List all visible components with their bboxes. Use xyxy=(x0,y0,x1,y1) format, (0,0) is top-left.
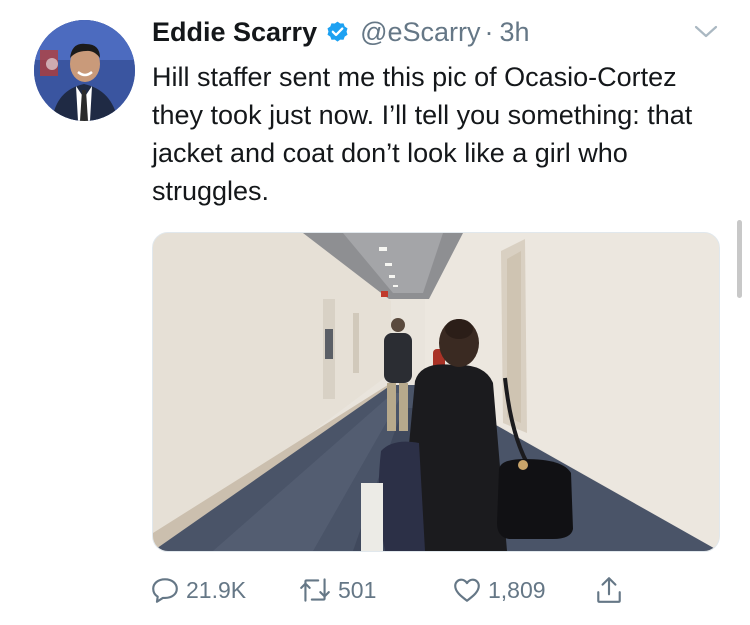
tweet[interactable]: Eddie Scarry @eScarry · 3h Hill staffer … xyxy=(0,0,750,625)
avatar[interactable] xyxy=(34,20,135,121)
like-button[interactable]: 1,809 xyxy=(452,572,546,608)
scrollbar[interactable] xyxy=(737,220,742,298)
tweet-photo[interactable] xyxy=(152,232,720,552)
tweet-text: Hill staffer sent me this pic of Ocasio-… xyxy=(152,62,693,206)
verified-badge-icon xyxy=(325,20,350,45)
heart-icon xyxy=(454,578,480,602)
author-name[interactable]: Eddie Scarry xyxy=(152,17,317,48)
tweet-header: Eddie Scarry @eScarry · 3h xyxy=(152,14,530,50)
retweet-button[interactable]: 501 xyxy=(298,572,376,608)
reply-count: 21.9K xyxy=(186,576,247,603)
retweet-icon xyxy=(300,578,330,602)
reply-icon xyxy=(152,578,178,603)
chevron-down-icon[interactable] xyxy=(692,22,720,42)
tweet-timestamp[interactable]: 3h xyxy=(500,17,530,48)
share-icon xyxy=(597,577,621,603)
tweet-actions: 21.9K 501 1,809 xyxy=(150,572,650,612)
separator-dot: · xyxy=(484,16,494,47)
retweet-count: 501 xyxy=(338,576,377,603)
share-button[interactable] xyxy=(594,572,624,608)
author-handle[interactable]: @eScarry xyxy=(360,17,480,48)
like-count: 1,809 xyxy=(488,576,546,603)
reply-button[interactable]: 21.9K xyxy=(150,572,246,608)
